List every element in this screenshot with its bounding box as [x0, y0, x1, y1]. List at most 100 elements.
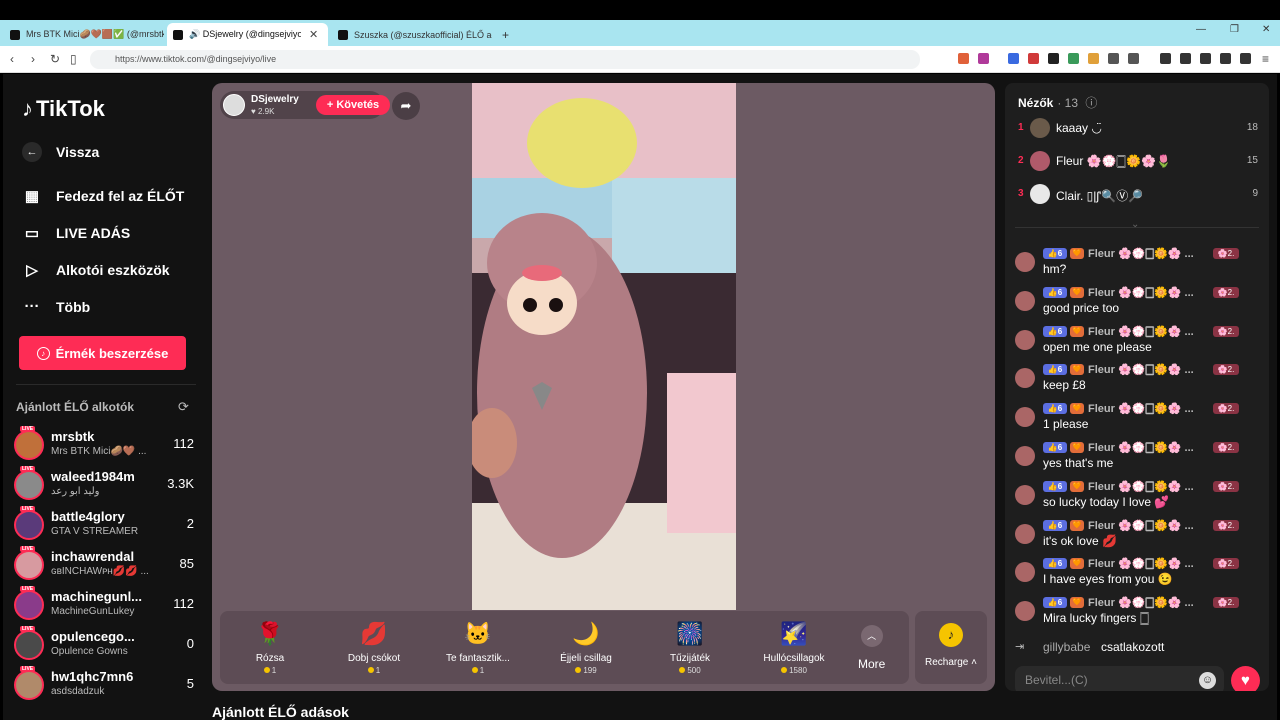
top-viewer-row[interactable]: 1 kaaay ◡̈ 18 [1018, 118, 1258, 138]
nav-explore-live[interactable]: ▦ Fedezd fel az ÉLŐT [22, 187, 184, 205]
bookmark-icon[interactable]: ▯ [70, 52, 77, 66]
url-field[interactable]: https://www.tiktok.com/@dingsejviyo/live [90, 50, 920, 69]
chat-avatar[interactable] [1015, 484, 1035, 505]
gift-item[interactable]: 🌙 Éjjeli csillag 199 [536, 619, 636, 675]
top-viewer-row[interactable]: 3 Clair. ▯|ʃ'🔍Ⓥ🔎 9 [1018, 184, 1258, 204]
chat-message[interactable]: 👍6 🧡 Fleur 🌸💮🀆🌼🌸 ... 🌸2. yes that's me [1015, 442, 1259, 476]
sidebar-icon[interactable] [1180, 53, 1191, 64]
gift-item[interactable]: 🎆 Tűzijáték 500 [640, 619, 740, 675]
follow-button[interactable]: + Követés [316, 95, 390, 115]
creator-avatar[interactable] [14, 470, 44, 500]
creator-avatar[interactable] [14, 430, 44, 460]
chat-username[interactable]: Fleur 🌸💮🀆🌼🌸 ... [1088, 363, 1194, 377]
maximize-icon[interactable]: ❐ [1230, 24, 1239, 35]
chat-avatar[interactable] [1015, 601, 1035, 622]
wallet-icon[interactable] [1200, 53, 1211, 64]
chat-message[interactable]: 👍6 🧡 Fleur 🌸💮🀆🌼🌸 ... 🌸2. keep £8 [1015, 364, 1259, 398]
back-arrow-icon[interactable]: ‹ [10, 52, 14, 66]
vpn-icon[interactable] [1240, 53, 1251, 64]
more-gifts-button[interactable]: ︿ More [858, 625, 885, 671]
recommended-creator-item[interactable]: LIVE battle4glory GTA V STREAMER 2 [14, 506, 194, 546]
reload-icon[interactable]: ↻ [50, 52, 60, 66]
browser-tab-mrsbtk[interactable]: Mrs BTK Mici🥔🤎🟫✅ (@mrsbtk) ... [4, 23, 164, 46]
extension-icon[interactable] [1068, 53, 1079, 64]
extension-icon[interactable] [1028, 53, 1039, 64]
extension-icon[interactable] [1128, 53, 1139, 64]
top-viewer-row[interactable]: 2 Fleur 🌸💮🀆🌼🌸🌷 15 [1018, 151, 1258, 171]
extension-icon[interactable] [1088, 53, 1099, 64]
recharge-button[interactable]: ♪ Recharge ˄ [915, 611, 987, 684]
back-button[interactable]: ← Vissza [22, 142, 99, 162]
host-avatar[interactable] [223, 94, 245, 116]
recommended-creator-item[interactable]: LIVE mrsbtk Mrs BTK Mici🥔🤎 ... 112 [14, 426, 194, 466]
chat-message[interactable]: 👍6 🧡 Fleur 🌸💮🀆🌼🌸 ... 🌸2. hm? [1015, 248, 1259, 282]
chat-avatar[interactable] [1015, 446, 1035, 466]
chat-message[interactable]: 👍6 🧡 Fleur 🌸💮🀆🌼🌸 ... 🌸2. I have eyes from yo… [1015, 558, 1259, 592]
chat-avatar[interactable] [1015, 523, 1035, 544]
nav-creator-tools[interactable]: ▷ Alkotói eszközök [22, 261, 169, 279]
chat-message[interactable]: 👍6 🧡 Fleur 🌸💮🀆🌼🌸 ... 🌸2. 1 please [1015, 403, 1259, 437]
new-tab-button[interactable]: + [496, 23, 516, 46]
chat-message[interactable]: 👍6 🧡 Fleur 🌸💮🀆🌼🌸 ... 🌸2. Mira lucky fingers … [1015, 597, 1259, 631]
chat-username[interactable]: Fleur 🌸💮🀆🌼🌸 ... [1088, 519, 1194, 533]
gift-item[interactable]: 🐱 Te fantasztik... 1 [428, 619, 528, 675]
chat-username[interactable]: Fleur 🌸💮🀆🌼🌸 ... [1088, 402, 1194, 416]
gift-item[interactable]: 💋 Dobj csókot 1 [324, 619, 424, 675]
refresh-icon[interactable]: ⟳ [178, 399, 189, 415]
minimize-icon[interactable]: — [1196, 24, 1206, 35]
get-coins-button[interactable]: ♪ Érmék beszerzése [19, 336, 186, 370]
chat-username[interactable]: Fleur 🌸💮🀆🌼🌸 ... [1088, 596, 1194, 610]
browser-tab-szuszka[interactable]: Szuszka (@szuszkaofficial) ÉLŐ adás... [332, 23, 492, 46]
gift-item[interactable]: 🌹 Rózsa 1 [220, 619, 320, 675]
tiktok-logo[interactable]: ♪ TikTok [22, 96, 105, 122]
live-stream-frame[interactable] [472, 83, 736, 610]
chat-avatar[interactable] [1015, 252, 1035, 272]
chat-avatar[interactable] [1015, 407, 1035, 428]
creator-avatar[interactable] [14, 510, 44, 540]
recommended-creator-item[interactable]: LIVE waleed1984m وليد ابو رعد 3.3K [14, 466, 194, 506]
chat-username[interactable]: Fleur 🌸💮🀆🌼🌸 ... [1088, 325, 1194, 339]
creator-avatar[interactable] [14, 630, 44, 660]
chat-username[interactable]: Fleur 🌸💮🀆🌼🌸 ... [1088, 441, 1194, 455]
close-tab-icon[interactable]: ✕ [309, 28, 318, 41]
chat-avatar[interactable] [1015, 368, 1035, 389]
browser-tab-dsjewelry[interactable]: 🔊 DSjewelry (@dingsejviyo) ÉLŐ ✕ [167, 23, 328, 46]
music-icon[interactable] [1160, 53, 1171, 64]
host-info-pill[interactable]: DSjewelry ♥ 2.9K + Követés [220, 91, 390, 119]
recommended-creator-item[interactable]: LIVE hw1qhc7mn6 asdsdadzuk 5 [14, 666, 194, 706]
chat-input[interactable]: Bevitel...(C) [1015, 666, 1224, 691]
nav-more[interactable]: ··· Több [22, 298, 91, 315]
extensions-icon[interactable] [1220, 53, 1231, 64]
menu-icon[interactable]: ≡ [1262, 52, 1269, 66]
viewer-avatar[interactable] [1030, 184, 1050, 204]
gift-item[interactable]: 🌠 Hullócsillagok 1580 [744, 619, 844, 675]
host-name[interactable]: DSjewelry [251, 94, 299, 105]
nav-go-live[interactable]: ▭ LIVE ADÁS [22, 224, 130, 242]
extension-icon[interactable] [1108, 53, 1119, 64]
live-video-player[interactable]: DSjewelry ♥ 2.9K + Követés ➦ 🌹 Rózsa 1 💋 Dob… [212, 83, 995, 691]
chat-message[interactable]: 👍6 🧡 Fleur 🌸💮🀆🌼🌸 ... 🌸2. good price too [1015, 286, 1259, 321]
recommended-creator-item[interactable]: LIVE opulencego... Opulence Gowns 0 [14, 626, 194, 666]
close-window-icon[interactable]: ✕ [1262, 24, 1270, 35]
emoji-icon[interactable]: ☺ [1199, 672, 1216, 689]
chat-username[interactable]: Fleur 🌸💮🀆🌼🌸 ... [1088, 480, 1194, 494]
brave-shield-icon[interactable] [958, 53, 969, 64]
forward-arrow-icon[interactable]: › [31, 52, 35, 66]
viewer-avatar[interactable] [1030, 151, 1050, 171]
recommended-creator-item[interactable]: LIVE inchawrendal ɢʙINCHAWᴘʜ💋💋 ... 85 [14, 546, 194, 586]
chat-avatar[interactable] [1015, 562, 1035, 583]
chat-message[interactable]: 👍6 🧡 Fleur 🌸💮🀆🌼🌸 ... 🌸2. so lucky today I lo… [1015, 480, 1259, 515]
creator-avatar[interactable] [14, 550, 44, 580]
like-heart-button[interactable]: ♥ [1231, 666, 1260, 691]
creator-avatar[interactable] [14, 670, 44, 700]
chevron-down-icon[interactable]: ⌄ [1131, 219, 1139, 230]
share-button[interactable]: ➦ [392, 92, 420, 120]
chat-username[interactable]: Fleur 🌸💮🀆🌼🌸 ... [1088, 247, 1194, 261]
extension-icon[interactable] [978, 53, 989, 64]
chat-username[interactable]: Fleur 🌸💮🀆🌼🌸 ... [1088, 557, 1194, 571]
creator-avatar[interactable] [14, 590, 44, 620]
extension-icon[interactable] [1048, 53, 1059, 64]
chat-message[interactable]: 👍6 🧡 Fleur 🌸💮🀆🌼🌸 ... 🌸2. it's ok love 💋 [1015, 519, 1259, 554]
joined-username[interactable]: gillybabe [1043, 640, 1090, 654]
viewer-avatar[interactable] [1030, 118, 1050, 138]
